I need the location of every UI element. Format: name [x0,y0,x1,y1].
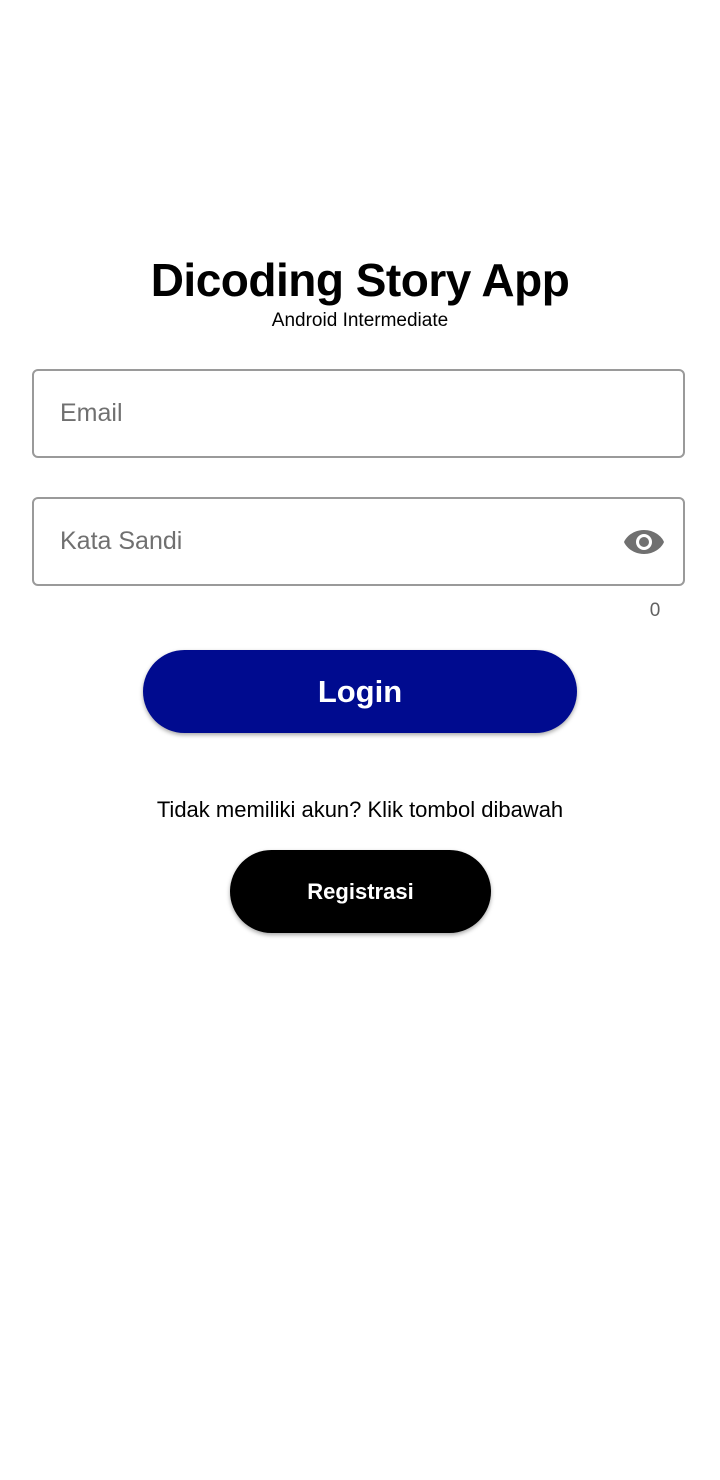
password-input[interactable] [60,499,620,584]
password-field[interactable] [32,497,685,586]
password-char-counter: 0 [649,600,661,621]
login-button[interactable]: Login [143,650,577,733]
app-title: Dicoding Story App [150,254,570,306]
email-input[interactable] [60,371,620,456]
eye-icon[interactable] [623,524,665,560]
email-field[interactable] [32,369,685,458]
register-prompt: Tidak memiliki akun? Klik tombol dibawah [156,797,564,822]
app-subtitle: Android Intermediate [271,310,449,331]
register-button[interactable]: Registrasi [230,850,491,933]
